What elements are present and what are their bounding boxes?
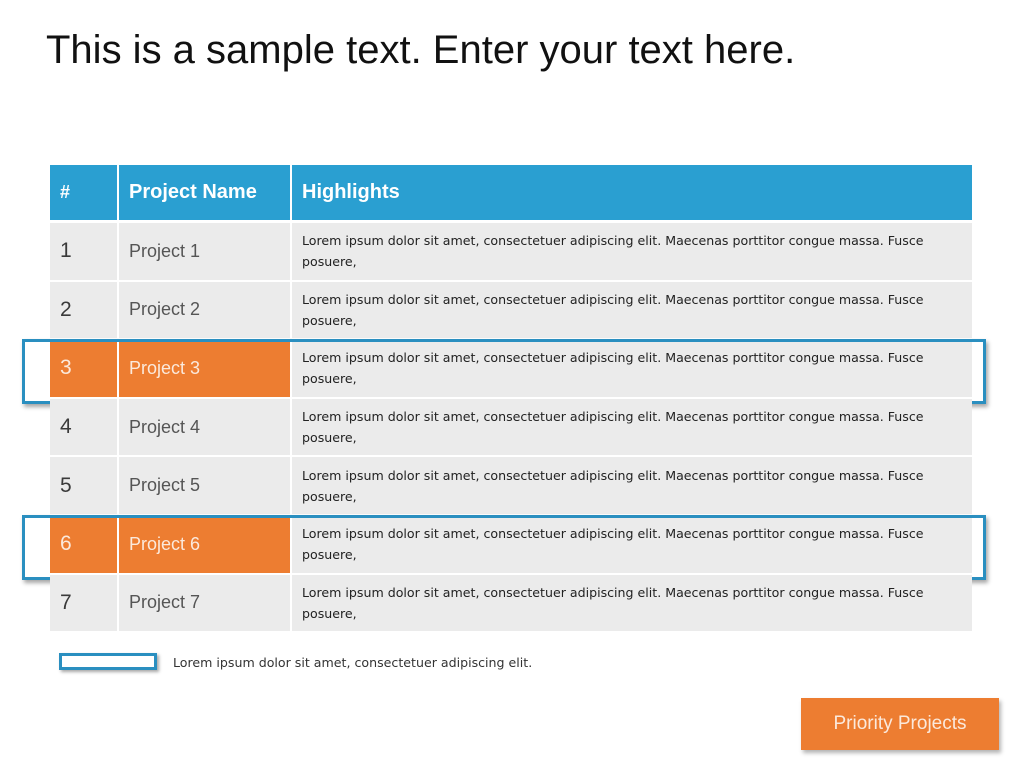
row-project-name: Project 3 <box>119 340 292 399</box>
page-title: This is a sample text. Enter your text h… <box>46 28 796 72</box>
row-project-name: Project 7 <box>119 574 292 634</box>
row-project-name: Project 1 <box>119 223 292 282</box>
row-highlight: Lorem ipsum dolor sit amet, consectetuer… <box>292 340 972 399</box>
row-highlight: Lorem ipsum dolor sit amet, consectetuer… <box>292 516 972 575</box>
table-row: 1 Project 1 Lorem ipsum dolor sit amet, co… <box>50 223 972 282</box>
row-highlight: Lorem ipsum dolor sit amet, consectetuer… <box>292 398 972 458</box>
row-highlight: Lorem ipsum dolor sit amet, consectetuer… <box>292 574 972 634</box>
header-project-name: Project Name <box>119 165 292 223</box>
row-number: 1 <box>50 223 119 282</box>
table-row: 2 Project 2 Lorem ipsum dolor sit amet, co… <box>50 281 972 341</box>
header-number: # <box>50 165 119 223</box>
table-row: 7 Project 7 Lorem ipsum dolor sit amet, co… <box>50 574 972 634</box>
priority-projects-button[interactable]: Priority Projects <box>801 698 999 750</box>
table-row: 6 Project 6 Lorem ipsum dolor sit amet, co… <box>50 516 972 575</box>
row-number: 4 <box>50 398 119 458</box>
row-number: 7 <box>50 574 119 634</box>
table-row: 3 Project 3 Lorem ipsum dolor sit amet, co… <box>50 340 972 399</box>
legend-swatch <box>59 653 157 670</box>
row-project-name: Project 4 <box>119 398 292 458</box>
row-highlight: Lorem ipsum dolor sit amet, consectetuer… <box>292 281 972 341</box>
row-project-name: Project 6 <box>119 516 292 575</box>
row-number: 6 <box>50 516 119 575</box>
row-project-name: Project 2 <box>119 281 292 341</box>
legend-text: Lorem ipsum dolor sit amet, consectetuer… <box>173 655 533 670</box>
row-project-name: Project 5 <box>119 457 292 516</box>
table-row: 4 Project 4 Lorem ipsum dolor sit amet, co… <box>50 398 972 458</box>
header-highlights: Highlights <box>292 165 972 223</box>
row-highlight: Lorem ipsum dolor sit amet, consectetuer… <box>292 457 972 516</box>
row-highlight: Lorem ipsum dolor sit amet, consectetuer… <box>292 223 972 282</box>
row-number: 5 <box>50 457 119 516</box>
table-header: # Project Name Highlights <box>50 165 972 223</box>
table-row: 5 Project 5 Lorem ipsum dolor sit amet, co… <box>50 457 972 516</box>
row-number: 2 <box>50 281 119 341</box>
row-number: 3 <box>50 340 119 399</box>
